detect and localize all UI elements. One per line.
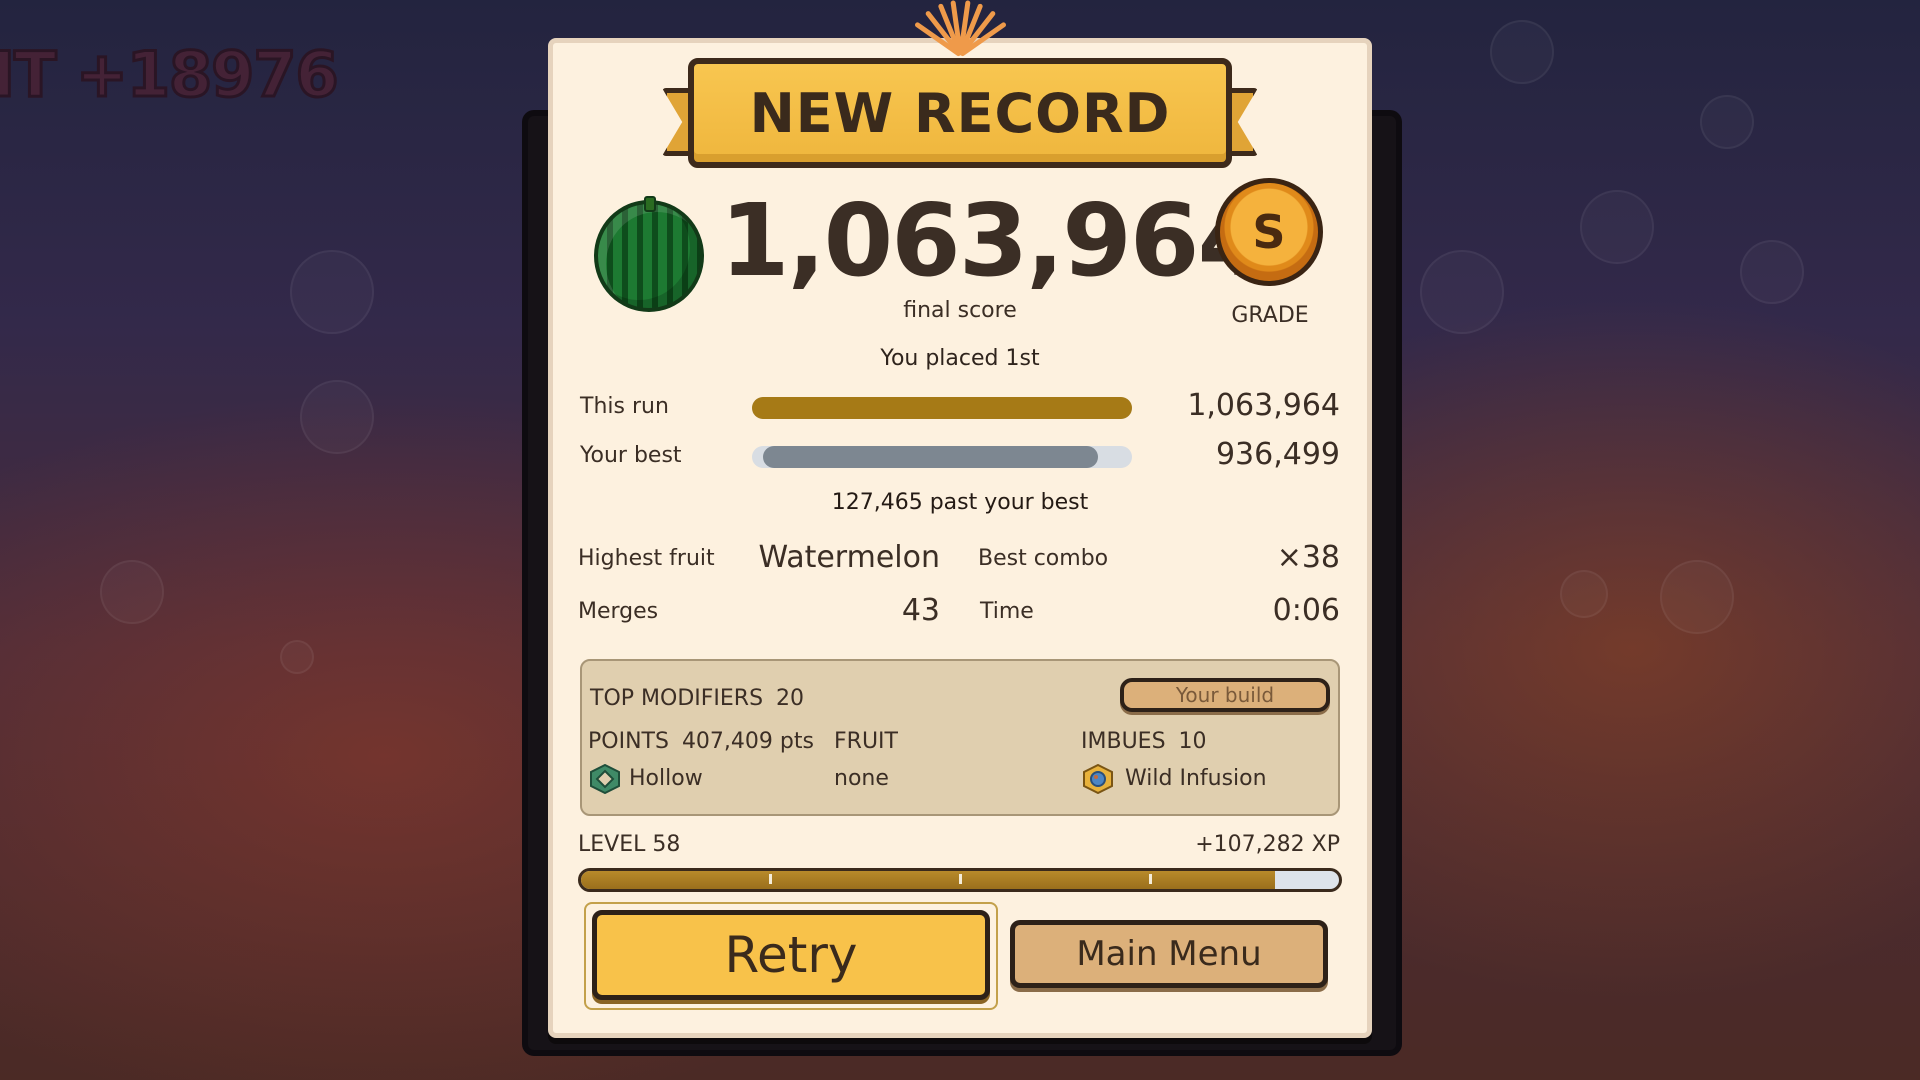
time-value: 0:06 <box>1272 593 1340 628</box>
grade-letter: S <box>1252 205 1286 259</box>
fruit-label: FRUIT <box>834 729 898 754</box>
imbues-item: Wild Infusion <box>1125 766 1267 791</box>
modifiers-count: 20 <box>776 686 805 711</box>
placement-text: You placed 1st <box>880 346 1040 371</box>
xp-progress-bar <box>578 868 1342 892</box>
background-bokeh <box>1660 560 1734 634</box>
imbues-label: IMBUES <box>1081 729 1166 754</box>
xp-progress-fill <box>581 871 1275 889</box>
merges-value: 43 <box>901 593 940 628</box>
highest-fruit-value: Watermelon <box>758 540 940 575</box>
background-bokeh <box>1700 95 1754 149</box>
fruit-value: none <box>834 766 889 791</box>
wild-infusion-icon <box>1083 764 1113 794</box>
best-combo-label: Best combo <box>978 546 1109 571</box>
xp-tick <box>959 874 962 884</box>
final-score: 1,063,964 <box>720 182 1267 299</box>
background-bokeh <box>1420 250 1504 334</box>
background-bokeh <box>290 250 374 334</box>
best-bar-fill <box>763 446 1098 468</box>
sunburst-decoration <box>880 0 1040 60</box>
modifiers-header-label: TOP MODIFIERS <box>590 686 764 711</box>
points-heading: POINTS 407,409 pts <box>588 729 814 754</box>
your-build-button[interactable]: Your build <box>1120 678 1330 712</box>
points-label: POINTS <box>588 729 669 754</box>
imbues-count: 10 <box>1178 729 1207 754</box>
hud-score-popup: IT +18976 <box>0 37 340 113</box>
background-bokeh <box>300 380 374 454</box>
this-run-label: This run <box>580 394 669 419</box>
points-item: Hollow <box>629 766 703 791</box>
imbues-heading: IMBUES 10 <box>1081 729 1207 754</box>
grade-label: GRADE <box>1231 303 1309 328</box>
new-record-banner: NEW RECORD <box>688 58 1232 168</box>
this-run-bar-fill <box>752 397 1132 419</box>
background-bokeh <box>100 560 164 624</box>
best-label: Your best <box>580 443 682 468</box>
merges-label: Merges <box>578 599 659 624</box>
final-score-label: final score <box>903 298 1017 323</box>
main-menu-button[interactable]: Main Menu <box>1010 920 1328 988</box>
time-label: Time <box>980 599 1034 624</box>
retry-button[interactable]: Retry <box>592 910 990 1000</box>
best-value: 936,499 <box>1215 437 1340 472</box>
best-bar-track <box>752 446 1132 468</box>
level-label: LEVEL 58 <box>578 832 681 857</box>
points-value: 407,409 pts <box>681 729 814 754</box>
background-bokeh <box>1740 240 1804 304</box>
background-bokeh <box>1580 190 1654 264</box>
hollow-diamond-icon <box>590 764 620 794</box>
modifiers-header: TOP MODIFIERS 20 <box>590 686 804 711</box>
difference-text: 127,465 past your best <box>831 490 1089 515</box>
background-bokeh <box>280 640 314 674</box>
watermelon-icon <box>594 200 704 312</box>
highest-fruit-label: Highest fruit <box>578 546 715 571</box>
this-run-bar-track <box>752 397 1132 419</box>
xp-gain: +107,282 XP <box>1195 832 1340 857</box>
background-bokeh <box>1490 20 1554 84</box>
xp-tick <box>1149 874 1152 884</box>
xp-tick <box>769 874 772 884</box>
watermelon-stem <box>644 196 656 212</box>
this-run-value: 1,063,964 <box>1187 388 1340 423</box>
best-combo-value: ×38 <box>1276 540 1340 575</box>
grade-badge-icon: S <box>1215 178 1323 286</box>
banner-title: NEW RECORD <box>749 81 1171 145</box>
background-bokeh <box>1560 570 1608 618</box>
